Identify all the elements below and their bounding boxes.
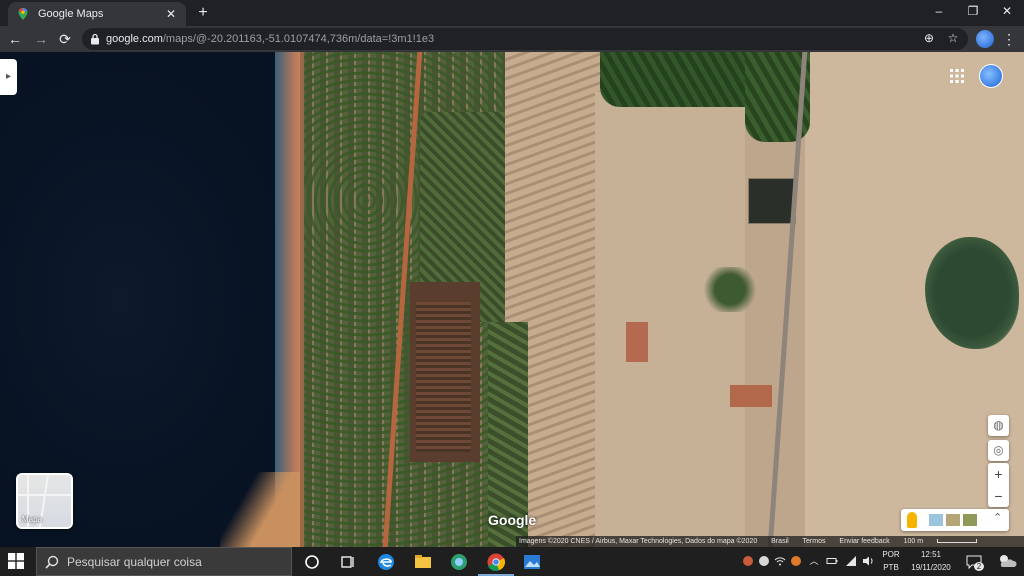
network-icon[interactable] bbox=[845, 555, 857, 567]
farm-trees bbox=[700, 267, 760, 312]
tray-app-icon-2[interactable] bbox=[758, 555, 770, 567]
red-soil-plot-2 bbox=[730, 385, 772, 407]
google-maps-pin-icon bbox=[18, 8, 28, 20]
apps-grid-icon bbox=[950, 69, 964, 83]
window-close-button[interactable]: ✕ bbox=[990, 0, 1024, 22]
back-button[interactable]: ← bbox=[6, 30, 24, 48]
tab-google-maps[interactable]: Google Maps ✕ bbox=[8, 2, 186, 26]
country-link[interactable]: Brasil bbox=[771, 538, 789, 545]
google-apps-icon[interactable] bbox=[950, 69, 964, 83]
weather-icon[interactable] bbox=[996, 552, 1018, 570]
feedback-link[interactable]: Enviar feedback bbox=[839, 538, 889, 545]
map-layer-button[interactable]: Mapa bbox=[16, 473, 73, 529]
zoom-controls: + − bbox=[988, 463, 1009, 507]
tab-close-icon[interactable]: ✕ bbox=[164, 7, 178, 21]
notification-count-badge: 2 bbox=[974, 562, 984, 571]
tab-title: Google Maps bbox=[38, 8, 104, 20]
bookmark-star-icon[interactable]: ☆ bbox=[945, 30, 961, 46]
reload-button[interactable]: ⟳ bbox=[56, 30, 74, 48]
map-layer-label: Mapa bbox=[22, 515, 43, 524]
task-view-icon[interactable] bbox=[338, 552, 358, 572]
zoom-out-button[interactable]: − bbox=[988, 485, 1009, 507]
my-location-icon[interactable]: ◎ bbox=[988, 440, 1009, 461]
tray-app-icon[interactable] bbox=[742, 555, 754, 567]
account-avatar[interactable] bbox=[979, 64, 1003, 88]
windows-taskbar: Pesquisar qualquer coisa ︿ POR PTB 12:51… bbox=[0, 547, 1024, 576]
maps-app-icon[interactable] bbox=[449, 552, 469, 572]
search-icon bbox=[45, 555, 59, 569]
show-hidden-icons[interactable]: ︿ bbox=[808, 555, 820, 567]
new-tab-button[interactable]: + bbox=[194, 4, 212, 22]
restore-button[interactable]: ❐ bbox=[956, 0, 990, 22]
zoom-in-button[interactable]: + bbox=[988, 463, 1009, 485]
install-app-icon[interactable]: ⊕ bbox=[921, 30, 937, 46]
tray-app-icon-3[interactable] bbox=[790, 555, 802, 567]
keyboard-layout[interactable]: PTB bbox=[878, 563, 904, 572]
plowed-rows bbox=[416, 302, 471, 452]
forward-button[interactable]: → bbox=[32, 30, 50, 48]
edge-icon[interactable] bbox=[376, 552, 396, 572]
scale-bar bbox=[937, 539, 977, 544]
chrome-icon[interactable] bbox=[486, 552, 506, 572]
shoreline-bend bbox=[220, 472, 300, 547]
scale-label[interactable]: 100 m bbox=[904, 538, 989, 545]
browser-menu-icon[interactable]: ⋮ bbox=[1002, 30, 1016, 48]
url-path: /maps/@-20.201163,-51.0107474,736m/data=… bbox=[162, 33, 435, 45]
battery-icon[interactable] bbox=[826, 555, 838, 567]
expand-chevron-icon[interactable]: ⌃ bbox=[993, 511, 1002, 524]
cortana-icon[interactable] bbox=[302, 552, 322, 572]
street-view-bar: ⌃ bbox=[901, 509, 1009, 531]
imagery-credit: Imagens ©2020 CNES / Airbus, Maxar Techn… bbox=[519, 538, 758, 545]
imagery-thumb-3[interactable] bbox=[963, 514, 977, 526]
red-soil-plot bbox=[626, 322, 648, 362]
clock-date[interactable]: 19/11/2020 bbox=[906, 563, 956, 572]
url-host: google.com bbox=[106, 33, 163, 45]
search-placeholder: Pesquisar qualquer coisa bbox=[67, 554, 202, 569]
taskbar-search-box[interactable]: Pesquisar qualquer coisa bbox=[36, 547, 292, 576]
address-bar[interactable]: google.com/maps/@-20.201163,-51.0107474,… bbox=[82, 28, 968, 50]
volume-icon[interactable] bbox=[862, 555, 874, 567]
profile-avatar[interactable] bbox=[976, 30, 994, 48]
pasture-field bbox=[595, 92, 745, 547]
photos-app-icon[interactable] bbox=[522, 552, 542, 572]
browser-tab-strip: Google Maps ✕ + – ❐ ✕ bbox=[0, 0, 1024, 26]
satellite-map[interactable]: ▸ Mapa Google ◍ ◎ + − ⌃ Imagens ©2020 CN… bbox=[0, 52, 1024, 547]
globe-view-icon[interactable]: ◍ bbox=[988, 415, 1009, 436]
file-explorer-icon[interactable] bbox=[413, 552, 433, 572]
google-watermark: Google bbox=[488, 512, 537, 528]
lock-icon bbox=[91, 33, 99, 45]
terms-link[interactable]: Termos bbox=[803, 538, 826, 545]
side-panel-toggle[interactable]: ▸ bbox=[0, 59, 17, 95]
clock-time[interactable]: 12:51 bbox=[906, 550, 956, 559]
lakeside-road bbox=[300, 52, 304, 547]
input-language[interactable]: POR bbox=[878, 550, 904, 559]
imagery-thumb-2[interactable] bbox=[946, 514, 960, 526]
windows-start-icon[interactable] bbox=[8, 553, 24, 569]
pegman-icon[interactable] bbox=[907, 512, 917, 528]
imagery-thumb-1[interactable] bbox=[929, 514, 943, 526]
minimize-button[interactable]: – bbox=[922, 0, 956, 22]
map-attribution-bar: Imagens ©2020 CNES / Airbus, Maxar Techn… bbox=[516, 536, 1024, 547]
wifi-hotspot-icon[interactable] bbox=[774, 555, 786, 567]
dark-pond bbox=[748, 178, 796, 224]
browser-toolbar: ← → ⟳ google.com/maps/@-20.201163,-51.01… bbox=[0, 26, 1024, 52]
